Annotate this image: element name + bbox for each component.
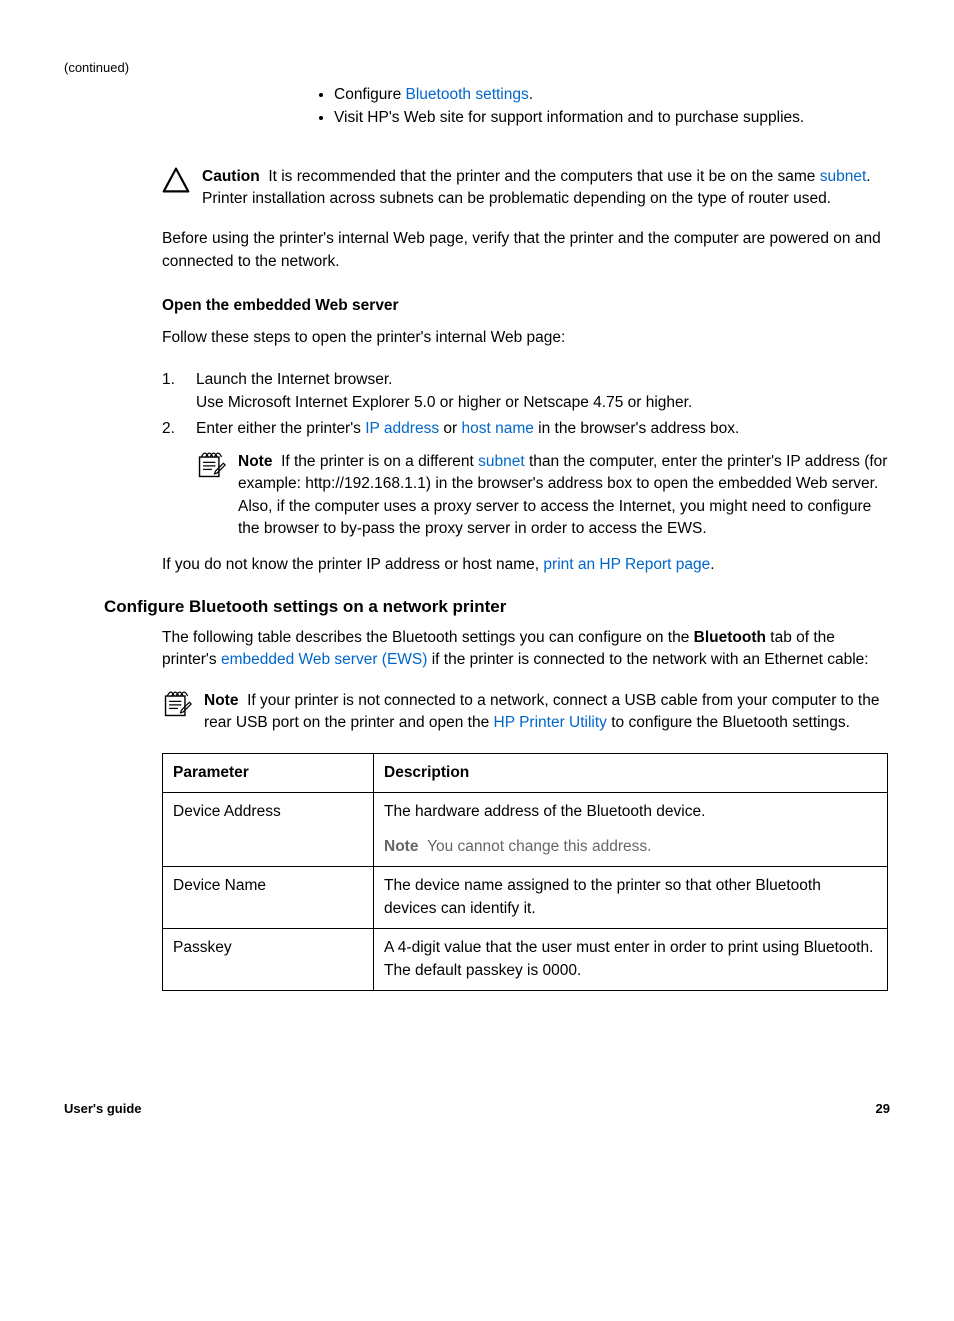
- section-note-post: to configure the Bluetooth settings.: [607, 714, 850, 731]
- desc-note-text: You cannot change this address.: [427, 838, 651, 855]
- step-1-line2: Use Microsoft Internet Explorer 5.0 or h…: [196, 394, 692, 411]
- bluetooth-settings-link[interactable]: Bluetooth settings: [406, 86, 529, 103]
- footer-page-number: 29: [876, 1101, 890, 1116]
- section-bold: Bluetooth: [694, 629, 766, 646]
- table-row: Device Address The hardware address of t…: [163, 793, 888, 867]
- caution-pre: It is recommended that the printer and t…: [268, 168, 819, 185]
- step-2-number: 2.: [162, 417, 196, 440]
- bullet-text: Configure: [334, 86, 406, 103]
- top-bullets: Configure Bluetooth settings. Visit HP's…: [314, 83, 890, 130]
- param-device-name: Device Name: [163, 867, 374, 929]
- caution-icon: [162, 166, 190, 199]
- table-row: Device Name The device name assigned to …: [163, 867, 888, 929]
- bluetooth-params-table: Parameter Description Device Address The…: [162, 753, 888, 991]
- note-icon: [196, 451, 226, 484]
- desc-device-address: The hardware address of the Bluetooth de…: [374, 793, 888, 867]
- desc-text: The hardware address of the Bluetooth de…: [384, 801, 877, 823]
- follow-steps-para: Follow these steps to open the printer's…: [162, 327, 890, 349]
- col-parameter: Parameter: [163, 753, 374, 792]
- open-ews-heading: Open the embedded Web server: [162, 297, 890, 315]
- step-1: 1. Launch the Internet browser. Use Micr…: [162, 368, 890, 415]
- configure-bluetooth-heading: Configure Bluetooth settings on a networ…: [104, 597, 890, 617]
- step-2-post: in the browser's address box.: [534, 420, 739, 437]
- section-intro-para: The following table describes the Blueto…: [162, 627, 890, 672]
- inner-note-label: Note: [238, 453, 272, 470]
- step-2-pre: Enter either the printer's: [196, 420, 365, 437]
- table-header-row: Parameter Description: [163, 753, 888, 792]
- ip-address-link[interactable]: IP address: [365, 420, 439, 437]
- desc-passkey: A 4-digit value that the user must enter…: [374, 929, 888, 991]
- section-note-label: Note: [204, 692, 238, 709]
- steps-list: 1. Launch the Internet browser. Use Micr…: [162, 368, 890, 441]
- section-pre: The following table describes the Blueto…: [162, 629, 694, 646]
- inner-note-subnet-link[interactable]: subnet: [478, 453, 525, 470]
- table-row: Passkey A 4-digit value that the user mu…: [163, 929, 888, 991]
- section-note-callout: Note If your printer is not connected to…: [162, 690, 890, 735]
- param-device-address: Device Address: [163, 793, 374, 867]
- desc-note-label: Note: [384, 838, 418, 855]
- step-2: 2. Enter either the printer's IP address…: [162, 417, 890, 440]
- continued-label: (continued): [64, 60, 890, 75]
- ews-link[interactable]: embedded Web server (EWS): [221, 651, 427, 668]
- desc-device-name: The device name assigned to the printer …: [374, 867, 888, 929]
- bullet-visit-hp: Visit HP's Web site for support informat…: [334, 106, 890, 129]
- step-1-line1: Launch the Internet browser.: [196, 371, 392, 388]
- if-not-know-para: If you do not know the printer IP addres…: [162, 554, 890, 576]
- caution-label: Caution: [202, 168, 260, 185]
- page-footer: User's guide 29: [64, 1101, 890, 1116]
- if-not-know-post: .: [710, 556, 714, 573]
- bullet-configure-bluetooth: Configure Bluetooth settings.: [334, 83, 890, 106]
- inner-note-callout: Note If the printer is on a different su…: [196, 451, 890, 541]
- param-passkey: Passkey: [163, 929, 374, 991]
- caution-callout: Caution It is recommended that the print…: [162, 166, 890, 211]
- before-using-para: Before using the printer's internal Web …: [162, 228, 890, 273]
- if-not-know-pre: If you do not know the printer IP addres…: [162, 556, 543, 573]
- section-post: if the printer is connected to the netwo…: [427, 651, 868, 668]
- step-1-number: 1.: [162, 368, 196, 415]
- hp-printer-utility-link[interactable]: HP Printer Utility: [494, 714, 607, 731]
- footer-left: User's guide: [64, 1101, 142, 1116]
- step-2-mid: or: [439, 420, 461, 437]
- inner-note-pre: If the printer is on a different: [281, 453, 478, 470]
- host-name-link[interactable]: host name: [461, 420, 533, 437]
- print-hp-report-link[interactable]: print an HP Report page: [543, 556, 710, 573]
- note-icon: [162, 690, 192, 723]
- caution-subnet-link[interactable]: subnet: [820, 168, 867, 185]
- col-description: Description: [374, 753, 888, 792]
- bullet-suffix: .: [529, 86, 533, 103]
